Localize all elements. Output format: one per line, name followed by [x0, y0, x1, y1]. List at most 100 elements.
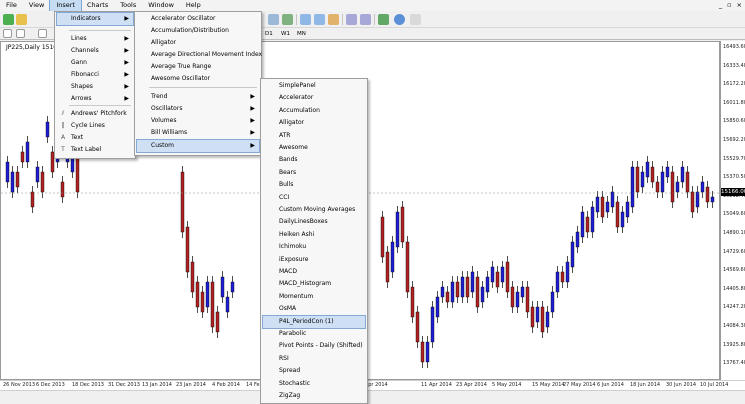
indicators-menu-item-average-true-range[interactable]: Average True Range [137, 61, 259, 73]
cursor-icon[interactable] [3, 29, 12, 38]
indicators-menu-item-awesome-oscillator[interactable]: Awesome Oscillator [137, 73, 259, 85]
custom-menu-item-osma[interactable]: OsMA [263, 303, 365, 315]
indicators-menu-item-trend[interactable]: Trend ▶ [137, 91, 259, 103]
custom-menu-item-bears[interactable]: Bears [263, 167, 365, 179]
custom-menu-item-alligator[interactable]: Alligator [263, 117, 365, 129]
bearish-candle [195, 281, 200, 308]
date-tick-label: 18 Jun 2014 [630, 382, 661, 388]
custom-menu-item-momentum[interactable]: Momentum [263, 291, 365, 303]
menu-item-label: Cycle Lines [71, 122, 105, 129]
menu-help[interactable]: Help [180, 0, 207, 11]
bullish-candle [605, 201, 610, 213]
bar-chart-icon[interactable] [268, 14, 279, 25]
custom-menu-item-rsi[interactable]: RSI [263, 353, 365, 365]
custom-menu-item-dailylinesboxes[interactable]: DailyLinesBoxes [263, 216, 365, 228]
bearish-candle [495, 271, 500, 288]
custom-menu-item-macd-histogram[interactable]: MACD_Histogram [263, 278, 365, 290]
profiles-icon[interactable] [16, 14, 27, 25]
menu-item-label: Pivot Points - Daily (Shifted) [279, 342, 363, 350]
bearish-candle [690, 191, 695, 213]
submenu-arrow-icon: ▶ [124, 47, 129, 54]
custom-menu-item-iexposure[interactable]: iExposure [263, 254, 365, 266]
menu-item-label: Alligator [151, 39, 177, 46]
custom-menu-item-bands[interactable]: Bands [263, 154, 365, 166]
chart-shift-icon[interactable] [346, 14, 357, 25]
custom-menu-item-bulls[interactable]: Bulls [263, 179, 365, 191]
indicators-menu-item-accelerator-oscillator[interactable]: Accelerator Oscillator [137, 13, 259, 25]
bearish-candle [530, 306, 535, 328]
insert-menu-item-text-label[interactable]: T Text Label [57, 144, 133, 156]
timeframe-mn[interactable]: MN [295, 29, 308, 39]
indicators-menu-item-custom[interactable]: Custom ▶ [136, 139, 260, 153]
bullish-candle [695, 191, 700, 208]
templates-icon[interactable] [410, 14, 421, 25]
insert-menu-item-arrows[interactable]: Arrows ▶ [57, 93, 133, 105]
custom-menu-item-heiken-ashi[interactable]: Heiken Ashi [263, 229, 365, 241]
price-tick-label: 15850.60 [723, 118, 745, 125]
custom-menu-item-ichimoku[interactable]: Ichimoku [263, 241, 365, 253]
vertical-line-icon[interactable] [38, 29, 47, 38]
candlestick-icon[interactable] [282, 14, 293, 25]
insert-menu-item-gann[interactable]: Gann ▶ [57, 57, 133, 69]
menu-charts[interactable]: Charts [81, 0, 114, 11]
bearish-candle [60, 181, 65, 198]
menu-view[interactable]: View [23, 0, 50, 11]
menu-separator [69, 30, 131, 31]
menu-insert[interactable]: Insert [49, 0, 82, 12]
menu-item-label: ZigZag [279, 392, 301, 399]
menu-item-label: ATR [279, 131, 291, 139]
custom-menu-item-custom-moving-averages[interactable]: Custom Moving Averages [263, 204, 365, 216]
custom-menu-item-macd[interactable]: MACD [263, 266, 365, 278]
periods-icon[interactable] [394, 14, 405, 25]
indicators-menu-item-volumes[interactable]: Volumes ▶ [137, 115, 259, 127]
new-chart-icon[interactable] [3, 14, 14, 25]
timeframe-d1[interactable]: D1 [263, 29, 275, 39]
insert-menu-item-text[interactable]: A Text [57, 132, 133, 144]
minimize-button[interactable]: _ [719, 1, 722, 9]
autoscroll-icon[interactable] [360, 14, 371, 25]
bullish-candle [430, 306, 435, 343]
tile-windows-icon[interactable] [328, 14, 339, 25]
indicators-menu-item-oscillators[interactable]: Oscillators ▶ [137, 103, 259, 115]
menu-file[interactable]: File [0, 0, 23, 11]
bullish-candle [25, 141, 30, 163]
custom-menu-item-p4l-periodcon-1[interactable]: P4L_PeriodCon (1) [262, 314, 366, 329]
custom-menu-item-spread[interactable]: Spread [263, 365, 365, 377]
indicators-list-icon[interactable] [378, 14, 389, 25]
close-button[interactable]: × [737, 1, 742, 9]
menu-window[interactable]: Window [142, 0, 180, 11]
indicators-menu-item-alligator[interactable]: Alligator [137, 37, 259, 49]
custom-menu-item-pivot-points-daily-shifted[interactable]: Pivot Points - Daily (Shifted) [263, 340, 365, 352]
horizontal-scrollbar[interactable] [0, 390, 745, 404]
bearish-candle [185, 226, 190, 273]
indicators-menu-item-average-directional-movement-index[interactable]: Average Directional Movement Index [137, 49, 262, 61]
restore-button[interactable]: ▫ [727, 1, 731, 9]
bullish-candle [535, 306, 540, 323]
custom-menu-item-cci[interactable]: CCI [263, 192, 365, 204]
custom-menu-item-parabolic[interactable]: Parabolic [263, 328, 365, 340]
price-tick-label: 14569.60 [723, 267, 745, 274]
custom-menu-item-accumulation[interactable]: Accumulation [263, 105, 365, 117]
insert-menu-item-indicators[interactable]: Indicators ▶ [56, 12, 134, 26]
insert-menu-item-andrews-pitchfork[interactable]: ⫽ Andrews' Pitchfork [57, 108, 133, 120]
insert-menu-item-shapes[interactable]: Shapes ▶ [57, 81, 133, 93]
menu-tools[interactable]: Tools [114, 0, 142, 11]
zoom-in-icon[interactable] [300, 14, 311, 25]
price-tick-label: 15049.60 [723, 211, 745, 218]
custom-menu-item-accelerator[interactable]: Accelerator [263, 92, 365, 104]
insert-menu-item-channels[interactable]: Channels ▶ [57, 45, 133, 57]
bearish-candle [465, 276, 470, 298]
custom-menu-item-simplepanel[interactable]: SimplePanel [263, 80, 365, 92]
insert-menu-item-lines[interactable]: Lines ▶ [57, 33, 133, 45]
insert-menu-item-fibonacci[interactable]: Fibonacci ▶ [57, 69, 133, 81]
insert-menu-item-cycle-lines[interactable]: ‖ Cycle Lines [57, 120, 133, 132]
custom-menu-item-stochastic[interactable]: Stochastic [263, 378, 365, 390]
crosshair-icon[interactable] [16, 29, 25, 38]
indicators-menu-item-accumulation-distribution[interactable]: Accumulation/Distribution [137, 25, 259, 37]
zoom-out-icon[interactable] [314, 14, 325, 25]
timeframe-w1[interactable]: W1 [279, 29, 292, 39]
custom-menu-item-atr[interactable]: ATR [263, 130, 365, 142]
custom-menu-item-awesome[interactable]: Awesome [263, 142, 365, 154]
custom-menu-item-zigzag[interactable]: ZigZag [263, 390, 365, 402]
indicators-menu-item-bill-williams[interactable]: Bill Williams ▶ [137, 127, 259, 139]
